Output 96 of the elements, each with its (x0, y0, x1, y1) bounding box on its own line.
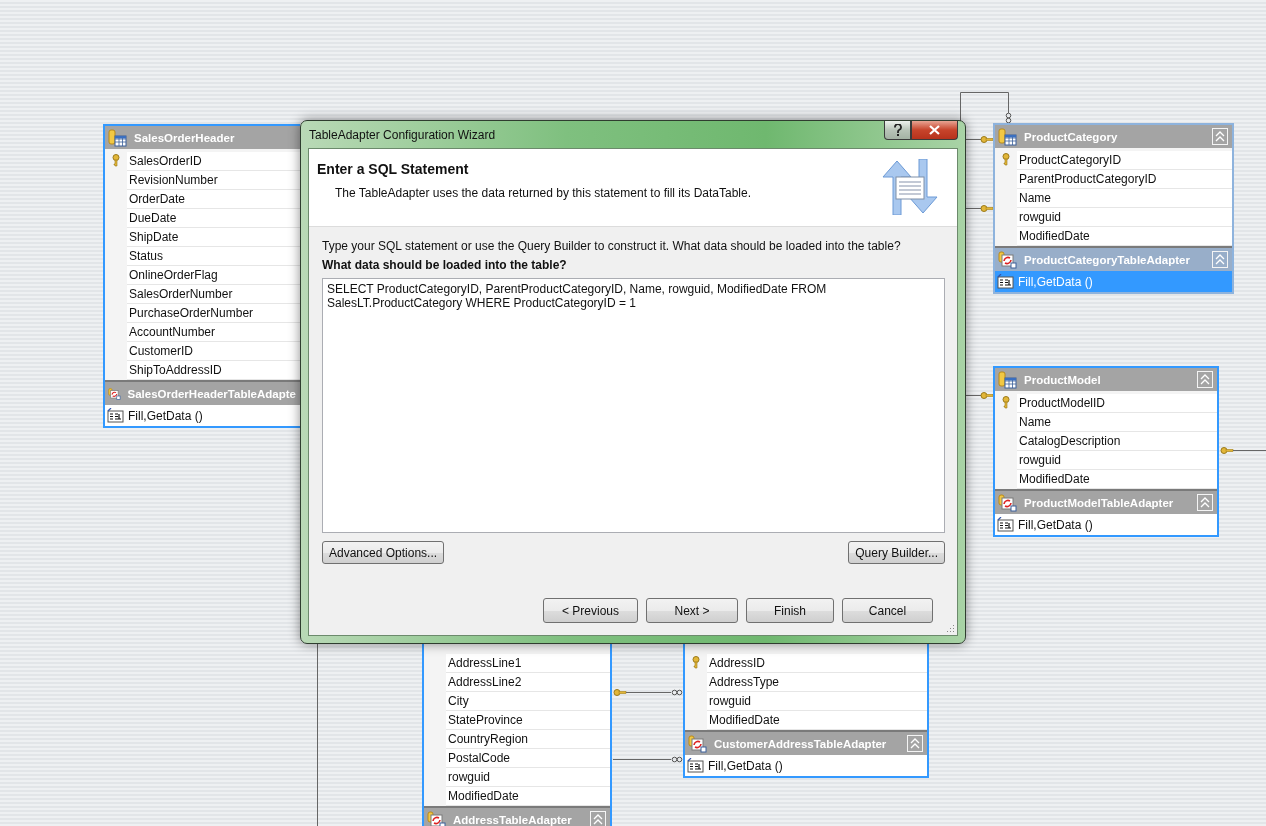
column-name[interactable]: OnlineOrderFlag (127, 266, 300, 285)
key-icon (112, 154, 120, 167)
column-name[interactable]: City (446, 692, 610, 711)
column-name[interactable]: PostalCode (446, 749, 610, 768)
advanced-options-button[interactable]: Advanced Options... (322, 541, 445, 564)
collapse-button[interactable] (1212, 128, 1228, 145)
table-icon (108, 128, 128, 147)
column-name[interactable]: ShipToAddressID (127, 361, 300, 380)
column-name[interactable]: ProductModelID (1017, 394, 1217, 413)
sql-icon (687, 758, 704, 773)
sql-field[interactable]: SELECT ProductCategoryID, ParentProductCategoryID, Name, rowguid, ModifiedDate FROM SalesLT.ProductCategory WHERE ProductCategoryID = 1 (322, 278, 945, 533)
column-name[interactable]: ModifiedDate (1017, 227, 1232, 246)
table-card[interactable]: ProductModel ProductModelID Name CatalogDescription rowguid ModifiedDate ProductModelTableAdapter Fill,GetData () (993, 366, 1219, 537)
relation-line (960, 92, 1012, 124)
table-title: SalesOrderHeader (134, 131, 236, 144)
table-icon (998, 127, 1018, 146)
query-builder-button[interactable]: Query Builder... (848, 541, 945, 564)
cancel-button[interactable]: Cancel (842, 598, 933, 623)
relation-line (1220, 447, 1266, 454)
help-icon (893, 124, 902, 136)
method-item[interactable]: Fill,GetData () (685, 755, 927, 776)
column-name[interactable]: CountryRegion (446, 730, 610, 749)
sql-icon (997, 274, 1014, 289)
field-label: What data should be loaded into the table? (322, 258, 568, 272)
collapse-button[interactable] (1197, 494, 1213, 511)
column-name[interactable]: AddressType (707, 673, 927, 692)
column-name[interactable]: AddressLine1 (446, 654, 610, 673)
adapter-icon (998, 250, 1018, 269)
collapse-button[interactable] (1212, 251, 1228, 268)
column-name[interactable]: Status (127, 247, 300, 266)
key-icon (692, 656, 700, 669)
column-name[interactable]: CustomerID (127, 342, 300, 361)
adapter-title: AddressTableAdapter (453, 813, 573, 826)
column-name[interactable]: ShipDate (127, 228, 300, 247)
column-name[interactable]: ModifiedDate (446, 787, 610, 806)
relation-line (965, 205, 994, 212)
column-name[interactable]: ProductCategoryID (1017, 151, 1232, 170)
wizard-icon (879, 159, 941, 215)
column-name[interactable]: rowguid (1017, 451, 1217, 470)
column-name[interactable]: ParentProductCategoryID (1017, 170, 1232, 189)
column-name[interactable]: CatalogDescription (1017, 432, 1217, 451)
column-name[interactable]: rowguid (1017, 208, 1232, 227)
table-card[interactable] (103, 124, 300, 428)
column-name[interactable]: Name (1017, 189, 1232, 208)
relation-line (612, 756, 683, 763)
column-name[interactable]: ModifiedDate (707, 711, 927, 730)
column-name[interactable]: RevisionNumber (127, 171, 300, 190)
method-item[interactable]: Fill,GetData () (995, 514, 1217, 535)
resize-grip-icon[interactable] (945, 623, 955, 633)
collapse-button[interactable] (907, 735, 923, 752)
table-card[interactable]: AddressLine1 AddressLine2 City StateProvince CountryRegion PostalCode rowguid ModifiedDate AddressTableAdapter (422, 644, 612, 826)
table-icon (998, 370, 1018, 389)
close-icon (929, 125, 940, 135)
table-card[interactable]: ProductCategory ProductCategoryID ParentProductCategoryID Name rowguid ModifiedDate ProductCategoryTableAdapter Fill,GetData () (993, 123, 1234, 294)
table-title: ProductCategory (1024, 130, 1119, 143)
collapse-button[interactable] (1197, 371, 1213, 388)
column-name[interactable]: AccountNumber (127, 323, 300, 342)
relation-line (965, 136, 994, 143)
help-button[interactable] (884, 121, 911, 140)
column-name[interactable]: SalesOrderNumber (127, 285, 300, 304)
method-item[interactable]: Fill,GetData () (105, 405, 300, 426)
sql-icon (997, 517, 1014, 532)
previous-button[interactable]: < Previous (543, 598, 638, 623)
key-icon (1002, 396, 1010, 409)
table-title: ProductModel (1024, 373, 1102, 386)
column-name[interactable]: PurchaseOrderNumber (127, 304, 300, 323)
sql-icon (107, 408, 124, 423)
adapter-icon (688, 734, 708, 753)
window-title: TableAdapter Configuration Wizard (308, 127, 497, 142)
relation-line (613, 689, 683, 696)
column-name[interactable]: rowguid (707, 692, 927, 711)
next-button[interactable]: Next > (646, 598, 738, 623)
column-name[interactable]: AddressID (707, 654, 927, 673)
column-name[interactable]: SalesOrderID (127, 152, 300, 171)
relation-line (965, 392, 994, 399)
column-name[interactable]: OrderDate (127, 190, 300, 209)
instruction-text: Type your SQL statement or use the Query Builder to construct it. What data should be loaded into the table? (322, 239, 902, 253)
close-button[interactable] (911, 121, 958, 140)
column-name[interactable]: DueDate (127, 209, 300, 228)
adapter-title: SalesOrderHeaderTableAdapte (127, 387, 296, 400)
finish-button[interactable]: Finish (746, 598, 834, 623)
key-icon (1002, 153, 1010, 166)
column-name[interactable]: AddressLine2 (446, 673, 610, 692)
adapter-title: ProductModelTableAdapter (1024, 496, 1175, 509)
table-card[interactable]: AddressID AddressType rowguid ModifiedDate CustomerAddressTableAdapter Fill,GetData () (683, 644, 929, 778)
collapse-button[interactable] (590, 811, 606, 826)
column-name[interactable]: rowguid (446, 768, 610, 787)
page-description: The TableAdapter uses the data returned by this statement to fill its DataTable. (334, 186, 751, 200)
adapter-title: ProductCategoryTableAdapter (1024, 253, 1191, 266)
adapter-icon (998, 493, 1018, 512)
page-title: Enter a SQL Statement (317, 161, 470, 177)
column-name[interactable]: StateProvince (446, 711, 610, 730)
adapter-title: CustomerAddressTableAdapter (714, 737, 888, 750)
column-name[interactable]: ModifiedDate (1017, 470, 1217, 489)
adapter-icon (427, 810, 447, 826)
column-name[interactable]: Name (1017, 413, 1217, 432)
